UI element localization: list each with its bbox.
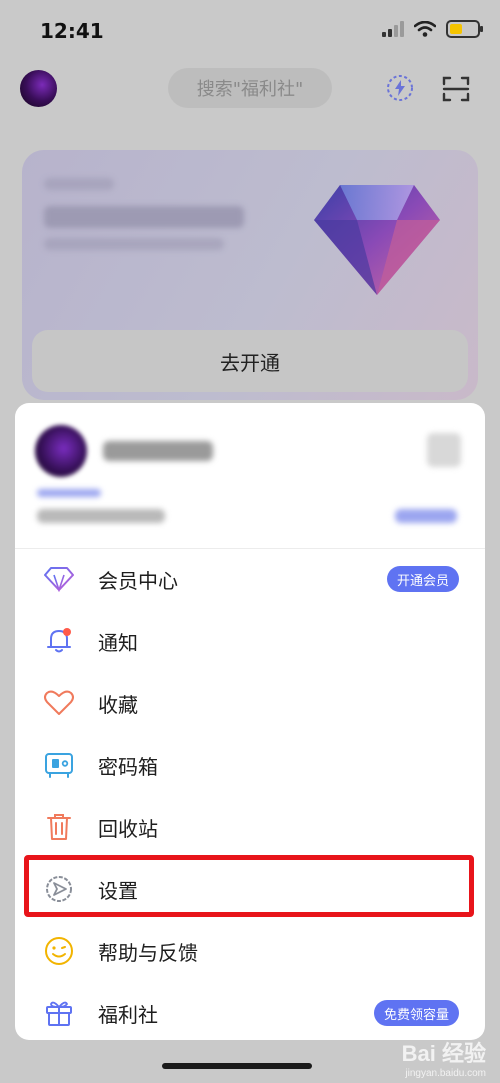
free-storage-badge[interactable]: 免费领容量 (373, 1000, 459, 1026)
menu-label: 密码箱 (98, 754, 158, 779)
user-avatar[interactable] (20, 70, 57, 107)
home-indicator[interactable] (162, 1063, 312, 1069)
watermark-logo: Bai 经验 (401, 1041, 486, 1066)
blurred-storage (37, 509, 165, 523)
menu-item-notifications[interactable]: 通知 (15, 610, 485, 672)
baidu-jingyan-watermark: Bai 经验 jingyan.baidu.com (402, 1036, 486, 1079)
watermark-url: jingyan.baidu.com (405, 1068, 486, 1079)
smile-icon (43, 935, 75, 967)
menu-label: 福利社 (98, 1002, 158, 1027)
blurred-tag (37, 489, 101, 497)
status-bar: 12:41 (0, 0, 500, 60)
settings-highlight (24, 855, 474, 917)
menu-item-welfare[interactable]: 福利社 免费领容量 (15, 982, 485, 1040)
profile-section (15, 403, 485, 549)
account-menu-sheet: 会员中心 开通会员 通知 收藏 密码箱 回收站 设置 帮助与反馈 福利社 免费领… (15, 403, 485, 1040)
membership-promo-card: 去开通 (22, 150, 478, 400)
promo-blurred-subtitle (44, 238, 224, 250)
promo-blurred-text (44, 178, 114, 190)
search-placeholder: 搜索"福利社" (196, 79, 304, 100)
menu-label: 回收站 (98, 816, 158, 841)
heart-icon (43, 687, 75, 719)
menu-item-recycle-bin[interactable]: 回收站 (15, 796, 485, 858)
menu-label: 会员中心 (98, 568, 178, 593)
activate-button-label: 去开通 (220, 352, 280, 375)
menu-label: 帮助与反馈 (98, 940, 198, 965)
bell-icon (43, 625, 75, 657)
signal-icon (382, 21, 404, 37)
blurred-action (427, 433, 461, 467)
profile-avatar[interactable] (35, 425, 87, 477)
menu-item-favorites[interactable]: 收藏 (15, 672, 485, 734)
battery-icon (446, 20, 483, 38)
blurred-link (395, 509, 457, 523)
blurred-username (103, 441, 213, 461)
open-membership-badge[interactable]: 开通会员 (386, 566, 459, 592)
status-time: 12:41 (40, 19, 104, 43)
menu-item-help-feedback[interactable]: 帮助与反馈 (15, 920, 485, 982)
activate-button[interactable]: 去开通 (32, 330, 468, 392)
bolt-icon[interactable] (386, 74, 414, 102)
gift-icon (43, 997, 75, 1029)
safe-icon (43, 749, 75, 781)
scan-icon[interactable] (441, 74, 471, 104)
menu-label: 收藏 (98, 692, 138, 717)
menu-label: 通知 (98, 630, 138, 655)
diamond-illustration (314, 185, 440, 295)
diamond-icon (43, 563, 75, 595)
search-input[interactable]: 搜索"福利社" (168, 68, 332, 108)
wifi-icon (414, 21, 436, 37)
menu-item-password-vault[interactable]: 密码箱 (15, 734, 485, 796)
menu-item-member-center[interactable]: 会员中心 开通会员 (15, 548, 485, 610)
trash-icon (43, 811, 75, 843)
status-icons (382, 20, 483, 38)
promo-blurred-title (44, 206, 244, 228)
